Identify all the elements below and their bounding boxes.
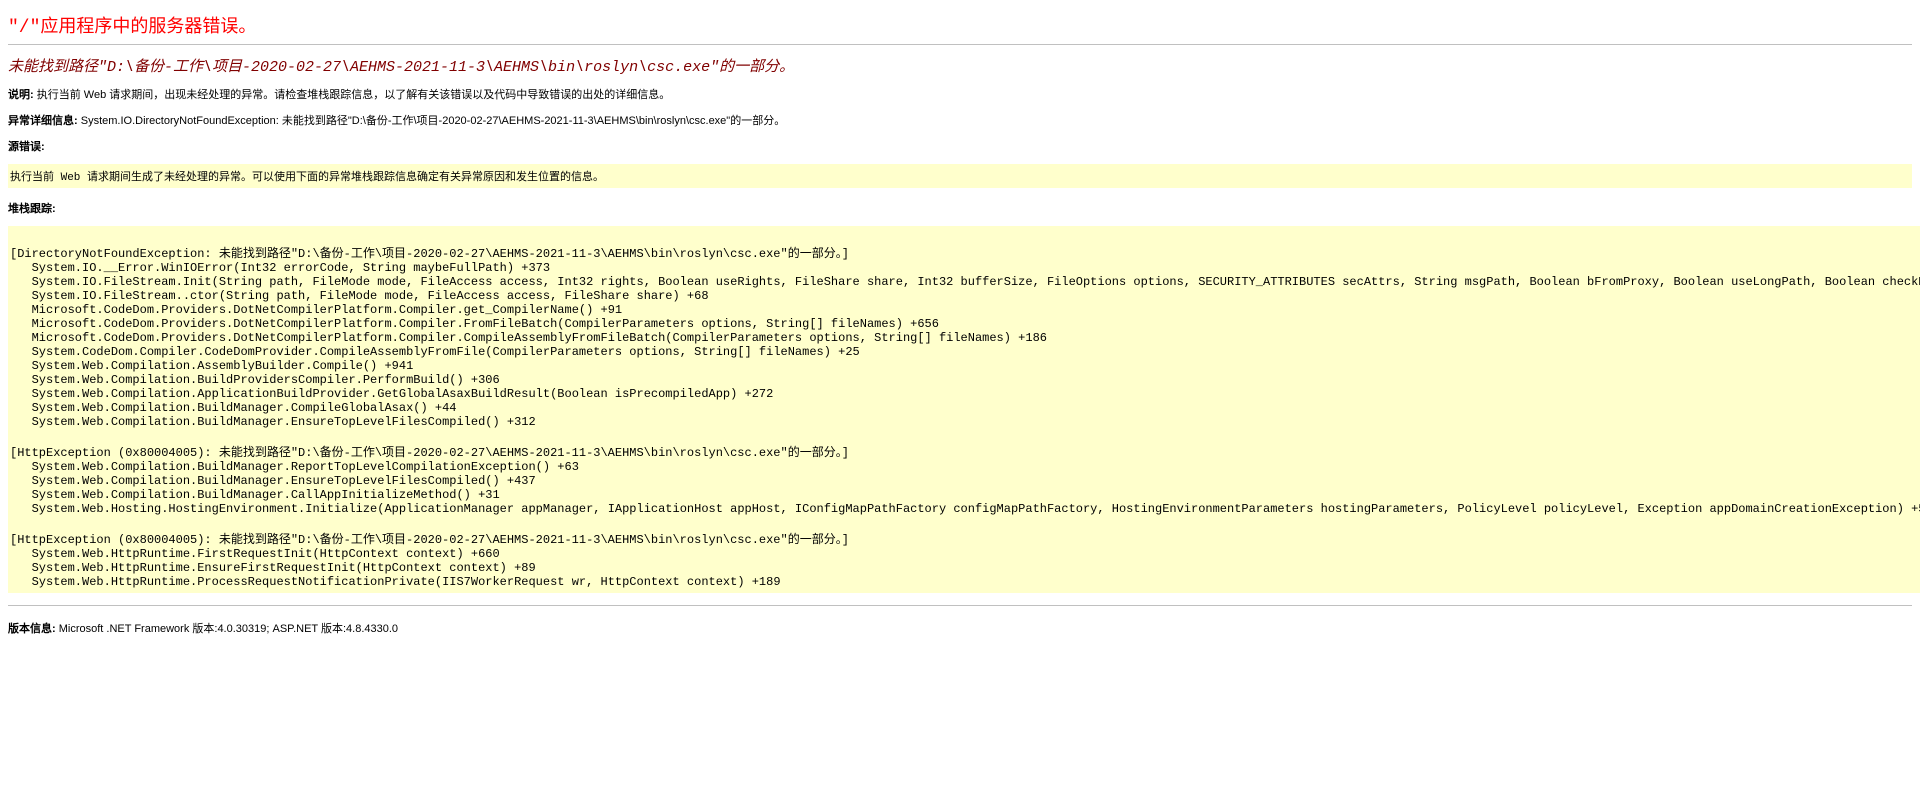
stack-trace-text: [DirectoryNotFoundException: 未能找到路径"D:\备…	[10, 230, 1920, 589]
source-error-block: 执行当前 Web 请求期间生成了未经处理的异常。可以使用下面的异常堆栈跟踪信息确…	[8, 164, 1912, 188]
error-subtitle: 未能找到路径"D:\备份-工作\项目-2020-02-27\AEHMS-2021…	[8, 55, 1912, 76]
exception-text: System.IO.DirectoryNotFoundException: 未能…	[81, 115, 785, 127]
stack-trace-label: 堆栈跟踪:	[8, 203, 56, 215]
version-text: Microsoft .NET Framework 版本:4.0.30319; A…	[59, 623, 398, 635]
source-error-text: 执行当前 Web 请求期间生成了未经处理的异常。可以使用下面的异常堆栈跟踪信息确…	[10, 172, 604, 184]
version-row: 版本信息: Microsoft .NET Framework 版本:4.0.30…	[8, 620, 1912, 636]
version-label: 版本信息:	[8, 623, 59, 635]
description-row: 说明: 执行当前 Web 请求期间，出现未经处理的异常。请检查堆栈跟踪信息，以了…	[8, 86, 1912, 102]
exception-row: 异常详细信息: System.IO.DirectoryNotFoundExcep…	[8, 112, 1912, 128]
stack-trace-block: [DirectoryNotFoundException: 未能找到路径"D:\备…	[8, 226, 1920, 593]
divider-bottom	[8, 605, 1912, 606]
source-error-label: 源错误:	[8, 141, 45, 153]
description-label: 说明:	[8, 89, 37, 101]
page-title: "/"应用程序中的服务器错误。	[8, 12, 1912, 38]
divider	[8, 44, 1912, 45]
stack-trace-label-row: 堆栈跟踪:	[8, 200, 1912, 216]
exception-label: 异常详细信息:	[8, 115, 81, 127]
description-text: 执行当前 Web 请求期间，出现未经处理的异常。请检查堆栈跟踪信息，以了解有关该…	[37, 89, 671, 101]
source-error-label-row: 源错误:	[8, 138, 1912, 154]
